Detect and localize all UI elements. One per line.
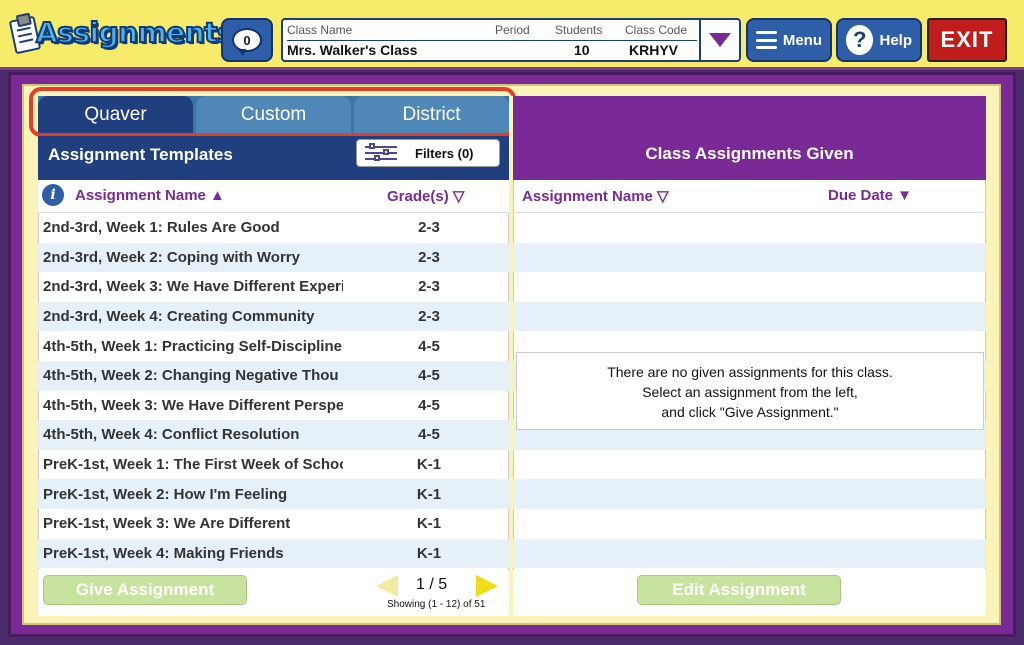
tab-district[interactable]: District	[354, 96, 509, 134]
exit-button[interactable]: EXIT	[927, 18, 1007, 62]
empty-line: There are no given assignments for this …	[607, 364, 893, 380]
help-label: Help	[879, 31, 912, 49]
table-row[interactable]: PreK-1st, Week 3: We Are Different K-1	[38, 509, 509, 539]
assignment-grade: K-1	[416, 456, 442, 474]
table-row[interactable]: 4th-5th, Week 4: Conflict Resolution 4-5	[38, 420, 509, 450]
assignment-name: 2nd-3rd, Week 1: Rules Are Good	[43, 219, 280, 237]
assignment-name: 4th-5th, Week 4: Conflict Resolution	[43, 426, 300, 444]
list-row	[513, 450, 986, 480]
sort-due-date[interactable]: Due Date ▼	[828, 187, 912, 204]
assignments-logo: Assignments	[6, 10, 235, 62]
arrow-left-icon[interactable]	[376, 575, 398, 597]
tab-custom[interactable]: Custom	[196, 96, 351, 134]
class-selector[interactable]: Class Name Period Students Class Code Mr…	[281, 18, 741, 62]
table-row[interactable]: 2nd-3rd, Week 3: We Have Different Exper…	[38, 272, 509, 302]
sliders-icon	[365, 143, 397, 162]
assignment-grade: 4-5	[418, 426, 440, 444]
given-footer: Edit Assignment	[513, 570, 986, 616]
speech-bubble-icon: 0	[232, 28, 262, 56]
assignment-grade: 4-5	[418, 337, 440, 355]
edit-assignment-button[interactable]: Edit Assignment	[637, 575, 841, 605]
filters-label: Filters (0)	[415, 145, 474, 161]
empty-state-message: There are no given assignments for this …	[516, 352, 984, 430]
question-icon: ?	[846, 25, 874, 55]
templates-column-header: i Assignment Name ▲ Grade(s) ▽	[38, 180, 509, 213]
assignment-name: 2nd-3rd, Week 4: Creating Community	[43, 308, 315, 326]
divider	[287, 40, 697, 41]
assignment-grade: 2-3	[418, 278, 440, 296]
period-label: Period	[495, 23, 530, 37]
assignment-grade: 2-3	[418, 308, 440, 326]
class-code-value: KRHYV	[629, 42, 679, 58]
page-indicator: 1 / 5	[416, 576, 448, 593]
templates-title: Assignment Templates	[48, 145, 233, 164]
help-button[interactable]: ? Help	[836, 18, 922, 62]
logo-text: Assignments	[35, 15, 235, 50]
list-row	[513, 301, 986, 332]
empty-line: Select an assignment from the left,	[642, 384, 858, 400]
given-header: Class Assignments Given	[513, 96, 986, 180]
assignment-grade: K-1	[416, 485, 442, 503]
class-code-label: Class Code	[625, 23, 688, 37]
assignment-name: 4th-5th, Week 1: Practicing Self-Discipl…	[43, 337, 342, 355]
empty-line: and click "Give Assignment."	[661, 404, 839, 420]
showing-count: Showing (1 - 12) of 51	[387, 599, 486, 610]
students-label: Students	[555, 23, 603, 37]
sort-grades[interactable]: Grade(s) ▽	[387, 187, 464, 205]
table-row[interactable]: 4th-5th, Week 1: Practicing Self-Discipl…	[38, 331, 509, 361]
assignment-name: 4th-5th, Week 2: Changing Negative Thou	[43, 367, 339, 385]
table-row[interactable]: 4th-5th, Week 2: Changing Negative Thou 4…	[38, 360, 509, 391]
tab-quaver[interactable]: Quaver	[38, 96, 193, 134]
table-row[interactable]: 2nd-3rd, Week 2: Coping with Worry 2-3	[38, 242, 509, 273]
table-row[interactable]: PreK-1st, Week 4: Making Friends K-1	[38, 538, 509, 569]
assignment-grade: 2-3	[418, 219, 440, 237]
filters-button[interactable]: Filters (0)	[356, 139, 500, 167]
sort-given-name[interactable]: Assignment Name ▽	[522, 187, 669, 205]
list-row	[513, 479, 986, 509]
list-row	[513, 213, 986, 243]
assignment-grade: 4-5	[418, 396, 440, 414]
list-row	[513, 242, 986, 273]
hamburger-icon	[756, 31, 777, 49]
table-row[interactable]: 4th-5th, Week 3: We Have Different Persp…	[38, 391, 509, 421]
assignment-grade: 2-3	[418, 248, 440, 266]
list-row	[513, 272, 986, 302]
templates-footer: Give Assignment 1 / 5 Showing (1 - 12) o…	[38, 570, 509, 616]
assignment-grade: K-1	[416, 515, 442, 533]
given-column-header: Assignment Name ▽ Due Date ▼	[513, 180, 986, 213]
menu-label: Menu	[782, 31, 822, 49]
class-name-label: Class Name	[287, 23, 353, 37]
exit-label: EXIT	[940, 27, 994, 52]
assignment-name: PreK-1st, Week 3: We Are Different	[43, 515, 291, 533]
assignment-name: PreK-1st, Week 1: The First Week of Scho…	[43, 456, 343, 474]
templates-header: Assignment Templates Filters (0)	[38, 136, 509, 180]
assignment-name: 4th-5th, Week 3: We Have Different Persp…	[43, 396, 343, 414]
given-title: Class Assignments Given	[645, 144, 854, 163]
assignment-name: 2nd-3rd, Week 3: We Have Different Exper…	[43, 278, 343, 296]
assignment-grade: K-1	[416, 544, 442, 562]
info-icon[interactable]: i	[42, 184, 64, 206]
table-row[interactable]: 2nd-3rd, Week 1: Rules Are Good 2-3	[38, 213, 509, 243]
messages-button[interactable]: 0	[221, 18, 273, 62]
students-value: 10	[574, 42, 590, 58]
table-row[interactable]: PreK-1st, Week 2: How I'm Feeling K-1	[38, 479, 509, 509]
give-assignment-button[interactable]: Give Assignment	[43, 575, 247, 605]
chevron-down-icon	[709, 33, 731, 47]
assignment-name: PreK-1st, Week 2: How I'm Feeling	[43, 485, 288, 503]
table-row[interactable]: PreK-1st, Week 1: The First Week of Scho…	[38, 450, 509, 480]
menu-button[interactable]: Menu	[746, 18, 832, 62]
list-row	[513, 538, 986, 569]
message-count: 0	[243, 32, 251, 48]
sort-assignment-name[interactable]: Assignment Name ▲	[75, 187, 225, 204]
source-tabs: Quaver Custom District	[38, 96, 509, 138]
assignment-name: PreK-1st, Week 4: Making Friends	[43, 544, 284, 562]
list-row	[513, 509, 986, 539]
arrow-right-icon[interactable]	[476, 575, 498, 597]
assignment-name: 2nd-3rd, Week 2: Coping with Worry	[43, 248, 300, 266]
templates-list: 2nd-3rd, Week 1: Rules Are Good 2-3 2nd-3…	[38, 213, 509, 569]
class-dropdown-button[interactable]	[699, 20, 739, 60]
assignment-grade: 4-5	[418, 367, 440, 385]
table-row[interactable]: 2nd-3rd, Week 4: Creating Community 2-3	[38, 301, 509, 332]
class-name-value: Mrs. Walker's Class	[287, 42, 418, 58]
